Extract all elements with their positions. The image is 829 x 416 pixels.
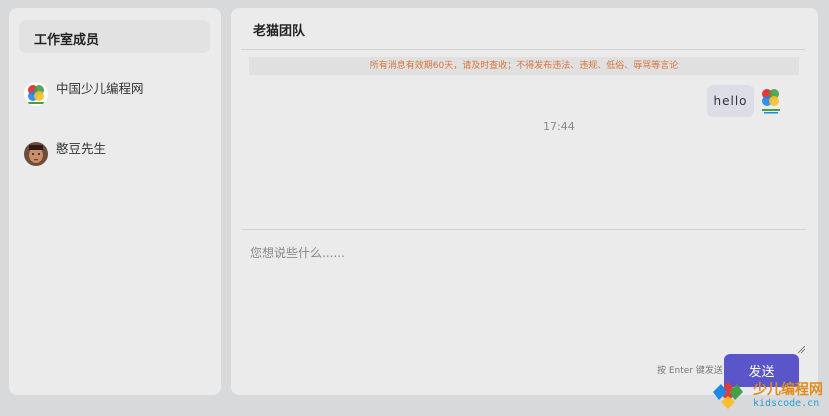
message-bubble: hello — [707, 85, 754, 117]
member-item-kidscode[interactable]: 中国少儿编程网 — [24, 78, 209, 112]
kidscode-logo-icon — [759, 86, 783, 116]
member-name: 憨豆先生 — [56, 141, 107, 156]
chat-panel: 老猫团队 所有消息有效期60天，请及时查收；不得发布违法、违规、低俗、辱骂等言论… — [231, 8, 818, 395]
resize-grip-icon[interactable] — [797, 338, 806, 354]
message-input[interactable] — [243, 238, 806, 350]
kidscode-watermark: 少儿编程网 kidscode.cn — [705, 376, 829, 414]
message-timestamp: 17:44 — [543, 120, 575, 133]
watermark-title: 少儿编程网 — [753, 382, 823, 398]
sidebar-title: 工作室成员 — [19, 20, 210, 53]
user-photo-avatar — [24, 142, 48, 166]
header-divider — [241, 49, 805, 50]
kidscode-logo-icon — [24, 82, 48, 106]
member-name: 中国少儿编程网 — [56, 81, 144, 96]
input-divider — [241, 229, 806, 230]
member-item-mr-bean[interactable]: 憨豆先生 — [24, 138, 209, 172]
notice-banner: 所有消息有效期60天，请及时查收；不得发布违法、违规、低俗、辱骂等言论 — [249, 57, 799, 75]
send-hint: 按 Enter 键发送 — [657, 366, 723, 376]
chat-title: 老猫团队 — [253, 24, 306, 39]
watermark-logo-icon — [707, 378, 749, 416]
members-sidebar: 工作室成员 中国少儿编程网 憨豆先生 — [9, 8, 221, 395]
watermark-url: kidscode.cn — [753, 398, 820, 409]
